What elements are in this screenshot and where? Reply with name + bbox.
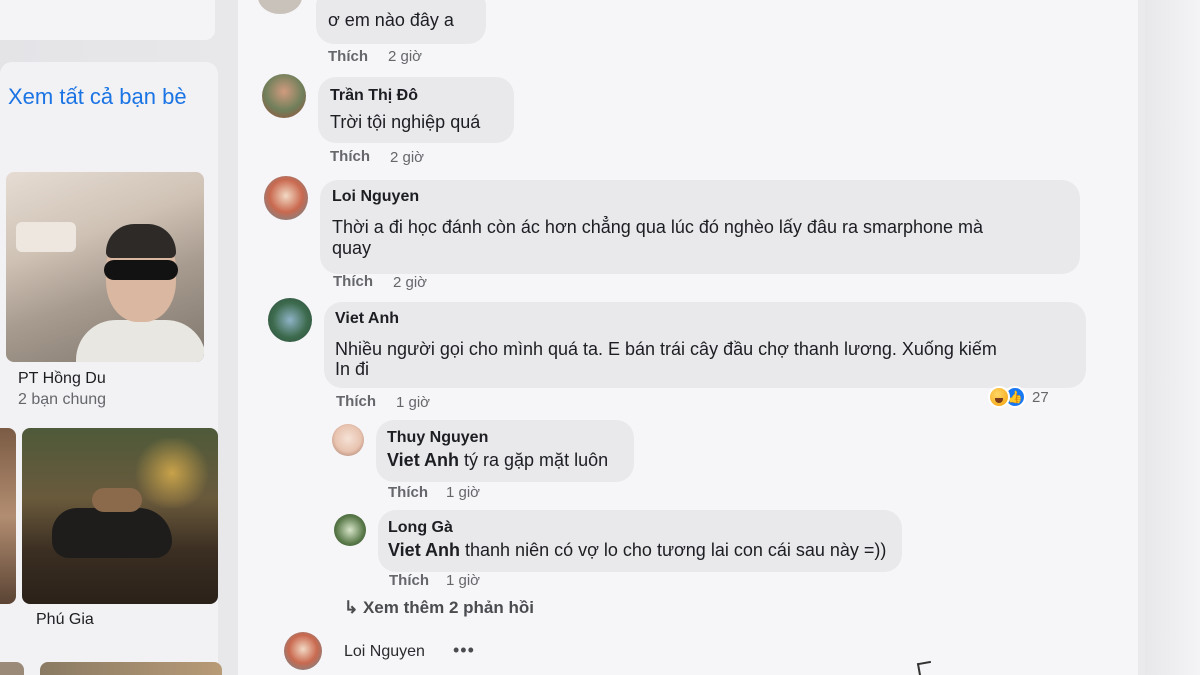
mention-link[interactable]: Viet Anh: [388, 540, 460, 560]
comment-author[interactable]: Trần Thị Đô: [330, 87, 418, 105]
right-edge: [1145, 0, 1200, 675]
comment-author[interactable]: Loi Nguyen: [332, 188, 419, 206]
friend-photo[interactable]: [22, 428, 218, 604]
friend-photo[interactable]: [6, 172, 204, 362]
comment-time[interactable]: 1 giờ: [396, 394, 430, 411]
like-button[interactable]: Thích: [336, 393, 376, 410]
comment-author[interactable]: Loi Nguyen: [344, 643, 425, 661]
avatar[interactable]: [262, 74, 306, 118]
friend-name[interactable]: PT Hồng Du: [18, 370, 106, 388]
comment-text-line: quay: [332, 238, 372, 258]
comment-time[interactable]: 2 giờ: [388, 48, 422, 65]
comment-text: Trời tội nghiệp quá: [330, 112, 481, 132]
sidebar-top-card: [0, 0, 215, 40]
friend-mutual-friends: 2 bạn chung: [18, 391, 107, 408]
avatar[interactable]: [284, 632, 322, 670]
comment-author[interactable]: Viet Anh: [335, 310, 399, 328]
avatar[interactable]: [334, 514, 366, 546]
reply-text-body: tý ra gặp mặt luôn: [459, 450, 609, 470]
like-button[interactable]: Thích: [330, 148, 370, 165]
avatar[interactable]: [268, 298, 312, 342]
reply-author[interactable]: Thuy Nguyen: [387, 429, 488, 447]
friend-name[interactable]: Phú Gia: [36, 611, 94, 629]
friends-sidebar: Xem tất cả bạn bè PT Hồng Du 2 bạn chung…: [0, 0, 230, 675]
like-button[interactable]: Thích: [388, 484, 428, 501]
like-button[interactable]: Thích: [328, 48, 368, 65]
mouse-cursor-icon: [916, 660, 934, 675]
see-all-friends-link[interactable]: Xem tất cả bạn bè: [8, 84, 187, 110]
comment-time[interactable]: 2 giờ: [390, 149, 424, 166]
comment-text-line: In đi: [335, 359, 370, 379]
avatar[interactable]: [264, 176, 308, 220]
reply-text: Viet Anh tý ra gặp mặt luôn: [387, 449, 608, 471]
view-more-replies-link[interactable]: ↳ Xem thêm 2 phản hồi: [344, 598, 534, 618]
reply-text: Viet Anh thanh niên có vợ lo cho tương l…: [388, 539, 886, 561]
reply-author[interactable]: Long Gà: [388, 519, 453, 537]
haha-icon: [988, 386, 1010, 408]
comment-text: ơ em nào đây a: [328, 10, 454, 30]
comment-text-line: Thời a đi học đánh còn ác hơn chẳng qua …: [332, 217, 984, 237]
like-button[interactable]: Thích: [333, 273, 373, 290]
avatar[interactable]: [332, 424, 364, 456]
reply-text-body: thanh niên có vợ lo cho tương lai con cá…: [460, 540, 887, 560]
friend-photo-partial[interactable]: [0, 428, 16, 604]
friend-photo-partial[interactable]: [0, 662, 24, 675]
comment-text-line: Nhiều người gọi cho mình quá ta. E bán t…: [335, 339, 997, 359]
more-options-icon[interactable]: •••: [453, 640, 475, 661]
reply-time[interactable]: 1 giờ: [446, 484, 480, 501]
mention-link[interactable]: Viet Anh: [387, 450, 459, 470]
like-button[interactable]: Thích: [389, 572, 429, 589]
reply-time[interactable]: 1 giờ: [446, 572, 480, 589]
reactions-summary[interactable]: 👍 27: [988, 386, 1049, 408]
comment-time[interactable]: 2 giờ: [393, 274, 427, 291]
reaction-count: 27: [1032, 388, 1049, 406]
friend-photo-partial[interactable]: [40, 662, 222, 675]
